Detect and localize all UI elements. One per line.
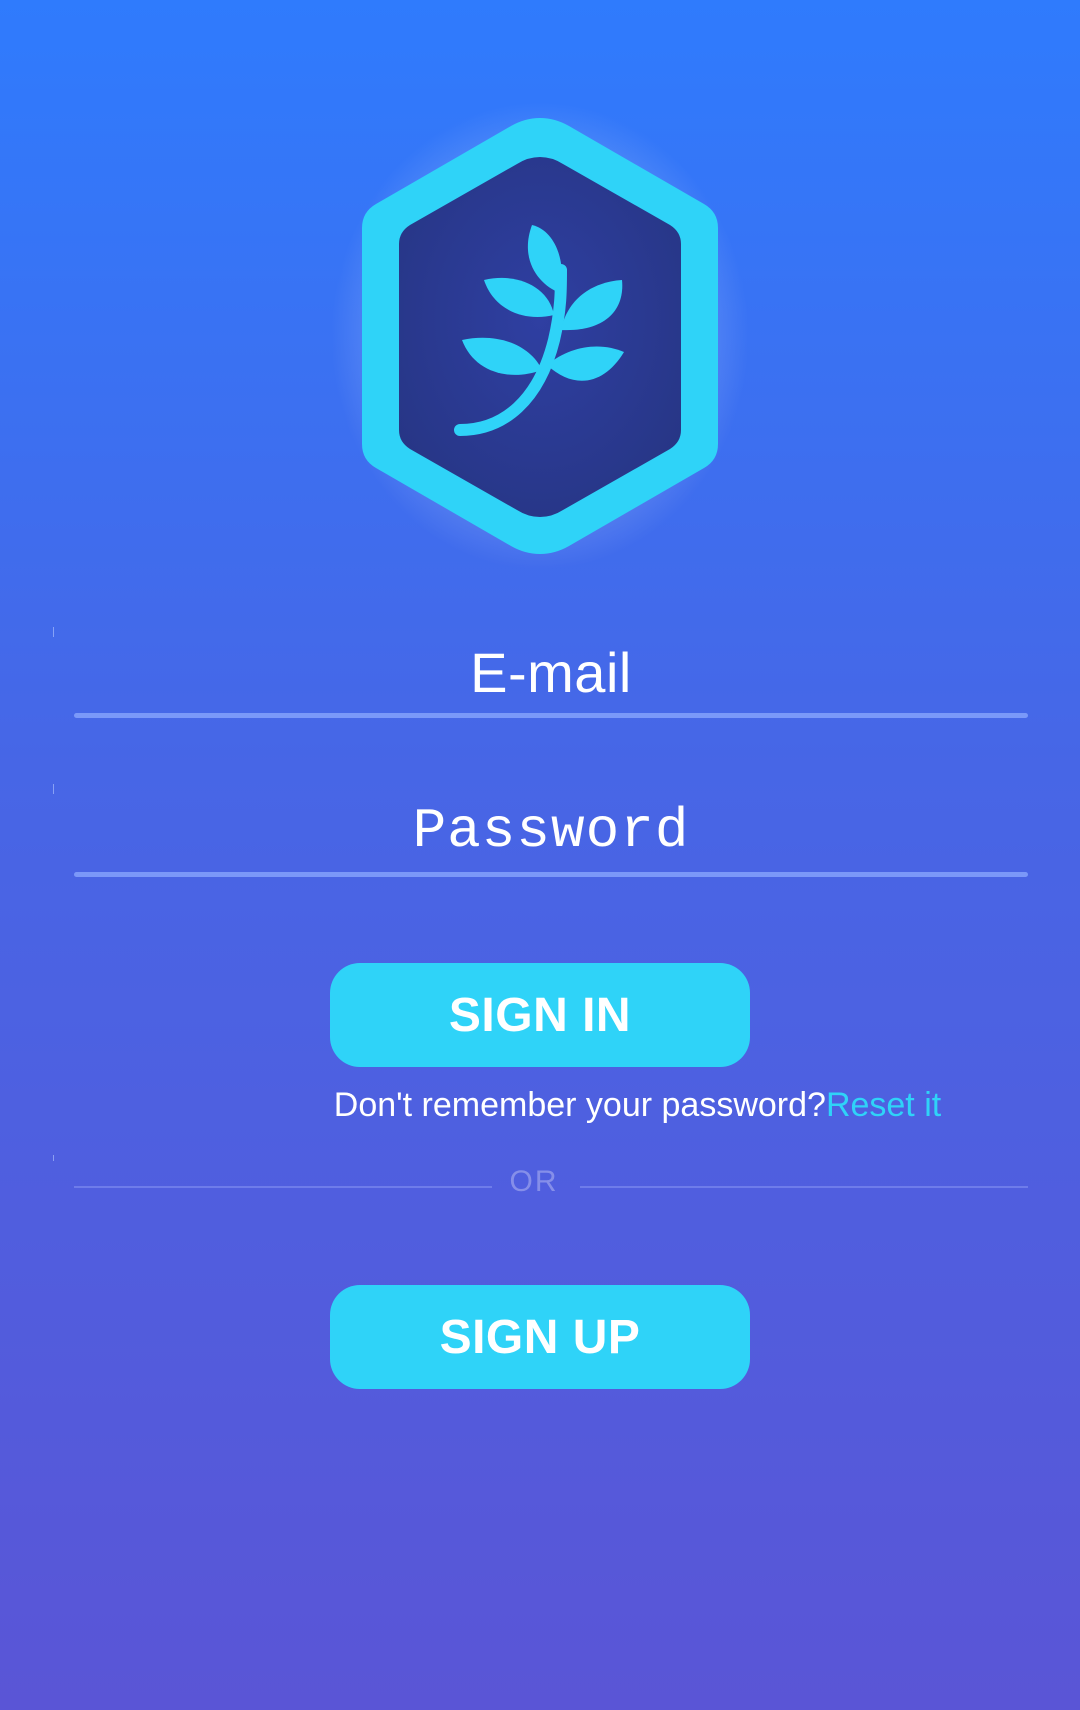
reset-password-link[interactable]: Reset it [826,1086,941,1125]
divider-line-left [74,1186,492,1188]
email-field[interactable]: E-mail [74,640,1028,704]
leaf-sprig-hexagon-icon [362,118,718,554]
sign-in-button[interactable]: SIGN IN [330,963,750,1067]
reset-password-prompt: Don't remember your password? [333,1085,826,1124]
sign-up-button[interactable]: SIGN UP [330,1285,750,1389]
email-underline [74,713,1028,718]
password-underline [74,872,1028,877]
app-logo [329,100,751,572]
reset-password-row: Don't remember your password? Reset it [0,1083,1080,1127]
or-divider-label: OR [509,1165,559,1198]
password-field[interactable]: Password [74,799,1028,863]
divider-line-right [580,1186,1028,1188]
or-divider: OR [74,1165,1028,1205]
password-field-edge-marker [53,784,54,794]
divider-edge-marker [53,1155,54,1161]
email-field-edge-marker [53,627,54,637]
